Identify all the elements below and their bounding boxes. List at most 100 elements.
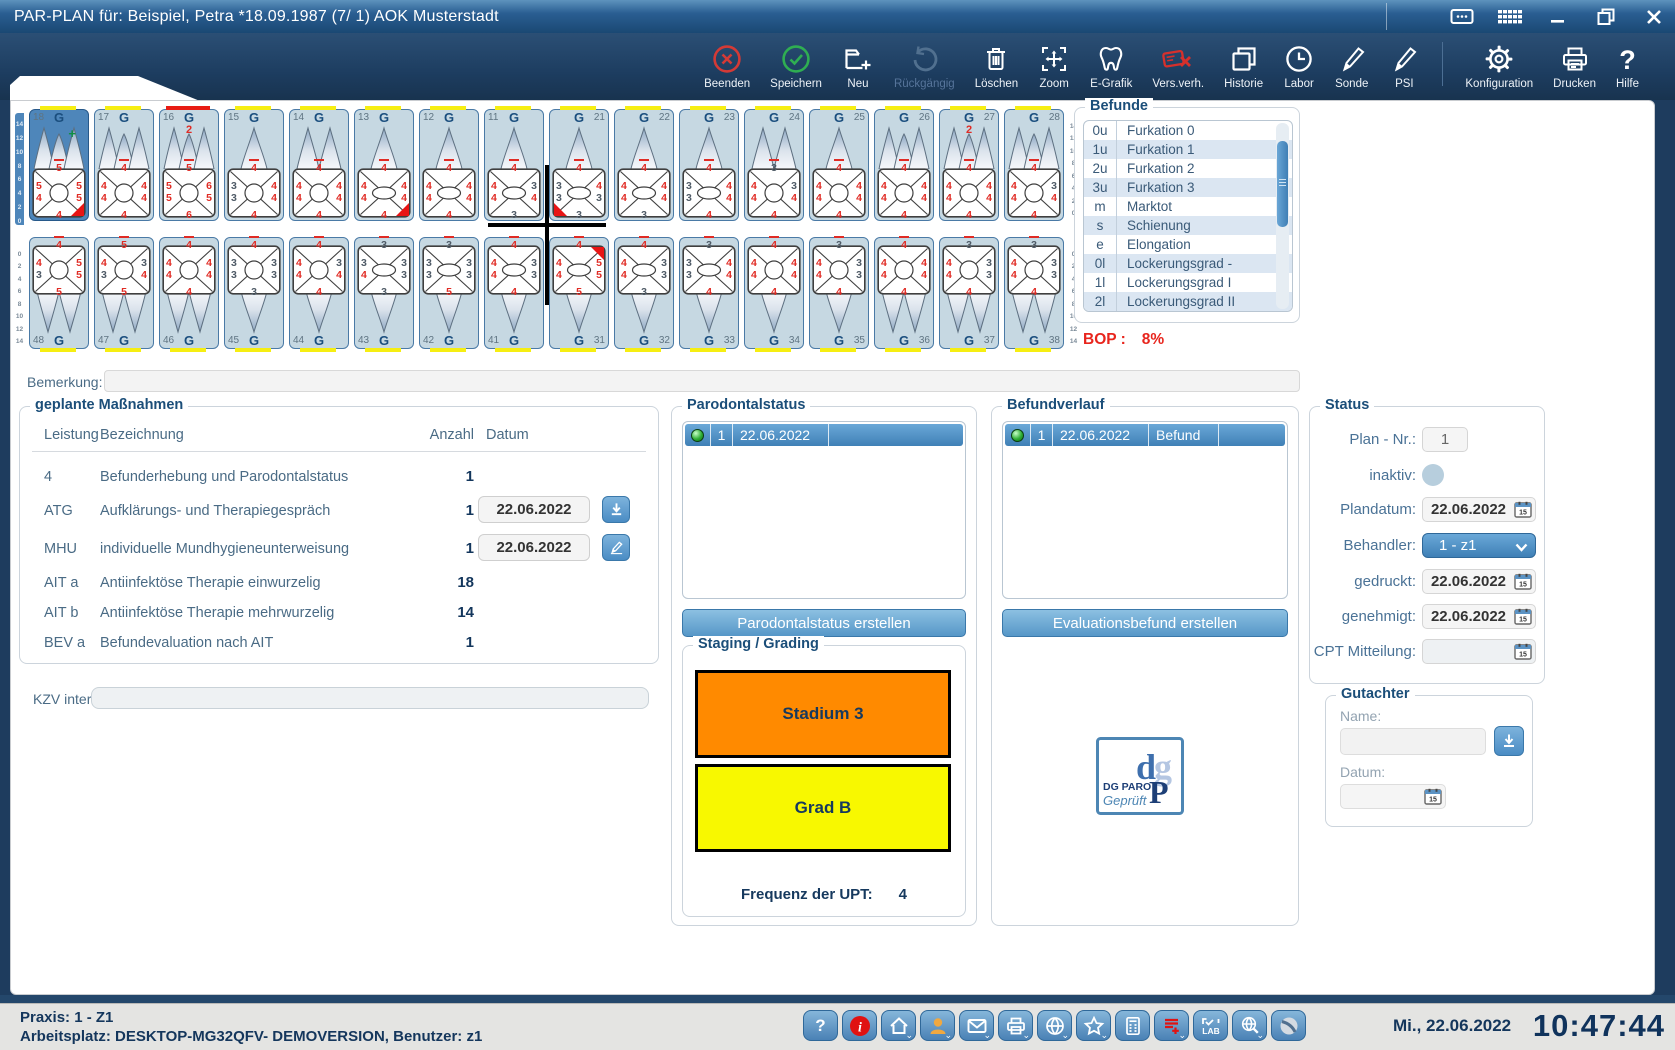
gutachter-name-input[interactable] bbox=[1340, 728, 1486, 755]
bemerkung-input[interactable] bbox=[104, 370, 1300, 392]
statusbar-world-button[interactable] bbox=[1271, 1010, 1306, 1041]
statusbar-lab-button[interactable]: LAB bbox=[1193, 1010, 1228, 1041]
toolbar-drucken-button[interactable]: Drucken bbox=[1543, 39, 1606, 90]
cpt-mitteilung-field[interactable]: 15 bbox=[1422, 639, 1536, 664]
tooth-45[interactable]: 45G 433333 bbox=[224, 237, 284, 349]
statusbar-home-button[interactable]: ⌄ bbox=[881, 1010, 916, 1041]
statusbar-calculator-button[interactable] bbox=[1115, 1010, 1150, 1041]
befund-item-2u[interactable]: 2uFurkation 2 bbox=[1084, 159, 1292, 178]
calendar-icon[interactable]: 15 bbox=[1424, 788, 1442, 805]
minimize-button[interactable] bbox=[1545, 6, 1571, 28]
toolbar-neu-button[interactable]: Neu bbox=[832, 39, 884, 90]
toolbar-loeschen-button[interactable]: Löschen bbox=[965, 39, 1028, 90]
gedruckt-field[interactable]: 22.06.2022 15 bbox=[1422, 569, 1536, 594]
tooth-11[interactable]: 11G 444343 bbox=[484, 109, 544, 221]
tooth-23[interactable]: 23G 433444 bbox=[679, 109, 739, 221]
kzv-input[interactable] bbox=[91, 687, 649, 709]
statusbar-patient-button[interactable]: ⌄ bbox=[920, 1010, 955, 1041]
tooth-42[interactable]: 42G 333335 bbox=[419, 237, 479, 349]
tooth-47[interactable]: 47G 543345 bbox=[94, 237, 154, 349]
behandler-select[interactable]: 1 - z1 bbox=[1422, 533, 1536, 558]
befund-item-0u[interactable]: 0uFurkation 0 bbox=[1084, 121, 1292, 140]
parodontalstatus-row[interactable]: 1 22.06.2022 bbox=[685, 424, 963, 446]
inaktiv-indicator[interactable] bbox=[1422, 464, 1444, 486]
befund-item-s[interactable]: sSchienung bbox=[1084, 216, 1292, 235]
datum-field[interactable]: 22.06.2022 bbox=[478, 534, 590, 561]
datum-field[interactable]: 22.06.2022 bbox=[478, 496, 590, 523]
tooth-14[interactable]: 14G 444444 bbox=[289, 109, 349, 221]
plan-nr-field[interactable]: 1 bbox=[1422, 427, 1468, 452]
tooth-15[interactable]: 15G 433444 bbox=[224, 109, 284, 221]
tooth-32[interactable]: 32G 444333 bbox=[614, 237, 674, 349]
toolbar-e-grafik-button[interactable]: E-Grafik bbox=[1080, 39, 1142, 90]
tooth-37[interactable]: 37G 344334 bbox=[939, 237, 999, 349]
tooth-34[interactable]: 34G 444444 bbox=[744, 237, 804, 349]
statusbar-mail-button[interactable]: ⌄ bbox=[959, 1010, 994, 1041]
toolbar-historie-button[interactable]: Historie bbox=[1214, 39, 1273, 90]
calendar-icon[interactable]: 15 bbox=[1514, 501, 1532, 518]
toolbar-zoom-button[interactable]: Zoom bbox=[1028, 39, 1080, 90]
toolbar-beenden-button[interactable]: Beenden bbox=[694, 39, 760, 90]
tooth-46[interactable]: 46G 444444 bbox=[159, 237, 219, 349]
plandatum-field[interactable]: 22.06.2022 15 bbox=[1422, 497, 1536, 522]
befund-item-1l[interactable]: 1lLockerungsgrad I bbox=[1084, 273, 1292, 292]
scrollbar-thumb[interactable] bbox=[1277, 141, 1288, 227]
sign-button[interactable] bbox=[602, 534, 630, 561]
tooth-25[interactable]: 25G 444444 bbox=[809, 109, 869, 221]
statusbar-info-button[interactable]: i bbox=[842, 1010, 877, 1041]
statusbar-print-button[interactable]: ⌄ bbox=[998, 1010, 1033, 1041]
tooth-43[interactable]: 43G 334333 bbox=[354, 237, 414, 349]
tooth-31[interactable]: 31G 444555 bbox=[549, 237, 609, 349]
befund-item-2l[interactable]: 2lLockerungsgrad II bbox=[1084, 292, 1292, 311]
tooth-48[interactable]: 48G 443555 bbox=[29, 237, 89, 349]
tooth-26[interactable]: 26G 444444 bbox=[874, 109, 934, 221]
tooth-44[interactable]: 44G 444344 bbox=[289, 237, 349, 349]
befund-item-m[interactable]: mMarktot bbox=[1084, 197, 1292, 216]
tooth-24[interactable]: 24G 344344 bbox=[744, 109, 804, 221]
tooth-13[interactable]: 13G 444444 bbox=[354, 109, 414, 221]
tooth-35[interactable]: 35G 344334 bbox=[809, 237, 869, 349]
statusbar-help-button[interactable]: ? bbox=[803, 1010, 838, 1041]
calendar-icon[interactable]: 15 bbox=[1514, 573, 1532, 590]
insert-date-button[interactable] bbox=[602, 496, 630, 523]
gutachter-datum-input[interactable]: 15 bbox=[1340, 784, 1446, 809]
befund-item-3u[interactable]: 3uFurkation 3 bbox=[1084, 178, 1292, 197]
befund-item-e[interactable]: eElongation bbox=[1084, 235, 1292, 254]
befunde-scrollbar[interactable] bbox=[1276, 123, 1289, 309]
befundverlauf-row[interactable]: 1 22.06.2022 Befund bbox=[1005, 424, 1285, 446]
calendar-icon[interactable]: 15 bbox=[1514, 608, 1532, 625]
toolbar-konfiguration-button[interactable]: Konfiguration bbox=[1455, 39, 1543, 90]
tooth-16[interactable]: 16G2 555656 bbox=[159, 109, 219, 221]
tooth-41[interactable]: 41G 444334 bbox=[484, 237, 544, 349]
tooth-28[interactable]: 28G 444344 bbox=[1004, 109, 1064, 221]
toolbar-sonde-button[interactable]: Sonde bbox=[1325, 39, 1378, 90]
tooth-17[interactable]: 17G 444444 bbox=[94, 109, 154, 221]
toolbar-speichern-button[interactable]: Speichern bbox=[760, 39, 832, 90]
befund-item-1u[interactable]: 1uFurkation 1 bbox=[1084, 140, 1292, 159]
toolbar-rueckgaengig-button[interactable]: Rückgängig bbox=[884, 39, 965, 90]
evaluationsbefund-erstellen-button[interactable]: Evaluationsbefund erstellen bbox=[1002, 609, 1288, 637]
tooth-21[interactable]: 21G 433433 bbox=[549, 109, 609, 221]
tooth-22[interactable]: 22G 444443 bbox=[614, 109, 674, 221]
statusbar-web-button[interactable]: ⌄ bbox=[1037, 1010, 1072, 1041]
restore-button[interactable] bbox=[1593, 6, 1619, 28]
statusbar-prescription-button[interactable]: ⌄ bbox=[1154, 1010, 1189, 1041]
toolbar-labor-button[interactable]: Labor bbox=[1273, 39, 1325, 90]
tooth-27[interactable]: 27G2 444444 bbox=[939, 109, 999, 221]
tooth-36[interactable]: 36G 444444 bbox=[874, 237, 934, 349]
statusbar-web-search-button[interactable]: ⌄ bbox=[1232, 1010, 1267, 1041]
gutachter-insert-button[interactable] bbox=[1494, 726, 1524, 756]
parodontalstatus-erstellen-button[interactable]: Parodontalstatus erstellen bbox=[682, 609, 966, 637]
close-button[interactable] bbox=[1641, 6, 1667, 28]
tooth-18[interactable]: 18G+ 554554 bbox=[29, 109, 89, 221]
message-icon[interactable] bbox=[1449, 6, 1475, 28]
genehmigt-field[interactable]: 22.06.2022 15 bbox=[1422, 604, 1536, 629]
tooth-38[interactable]: 38G 344334 bbox=[1004, 237, 1064, 349]
calendar-icon[interactable]: 15 bbox=[1514, 643, 1532, 660]
toolbar-psi-button[interactable]: PSI bbox=[1378, 39, 1430, 90]
keyboard-icon[interactable] bbox=[1497, 6, 1523, 28]
tooth-33[interactable]: 33G 333444 bbox=[679, 237, 739, 349]
toolbar-vers-verh-button[interactable]: Vers.verh. bbox=[1142, 39, 1214, 90]
toolbar-hilfe-button[interactable]: ?Hilfe bbox=[1606, 39, 1649, 90]
statusbar-favorites-button[interactable]: ⌄ bbox=[1076, 1010, 1111, 1041]
